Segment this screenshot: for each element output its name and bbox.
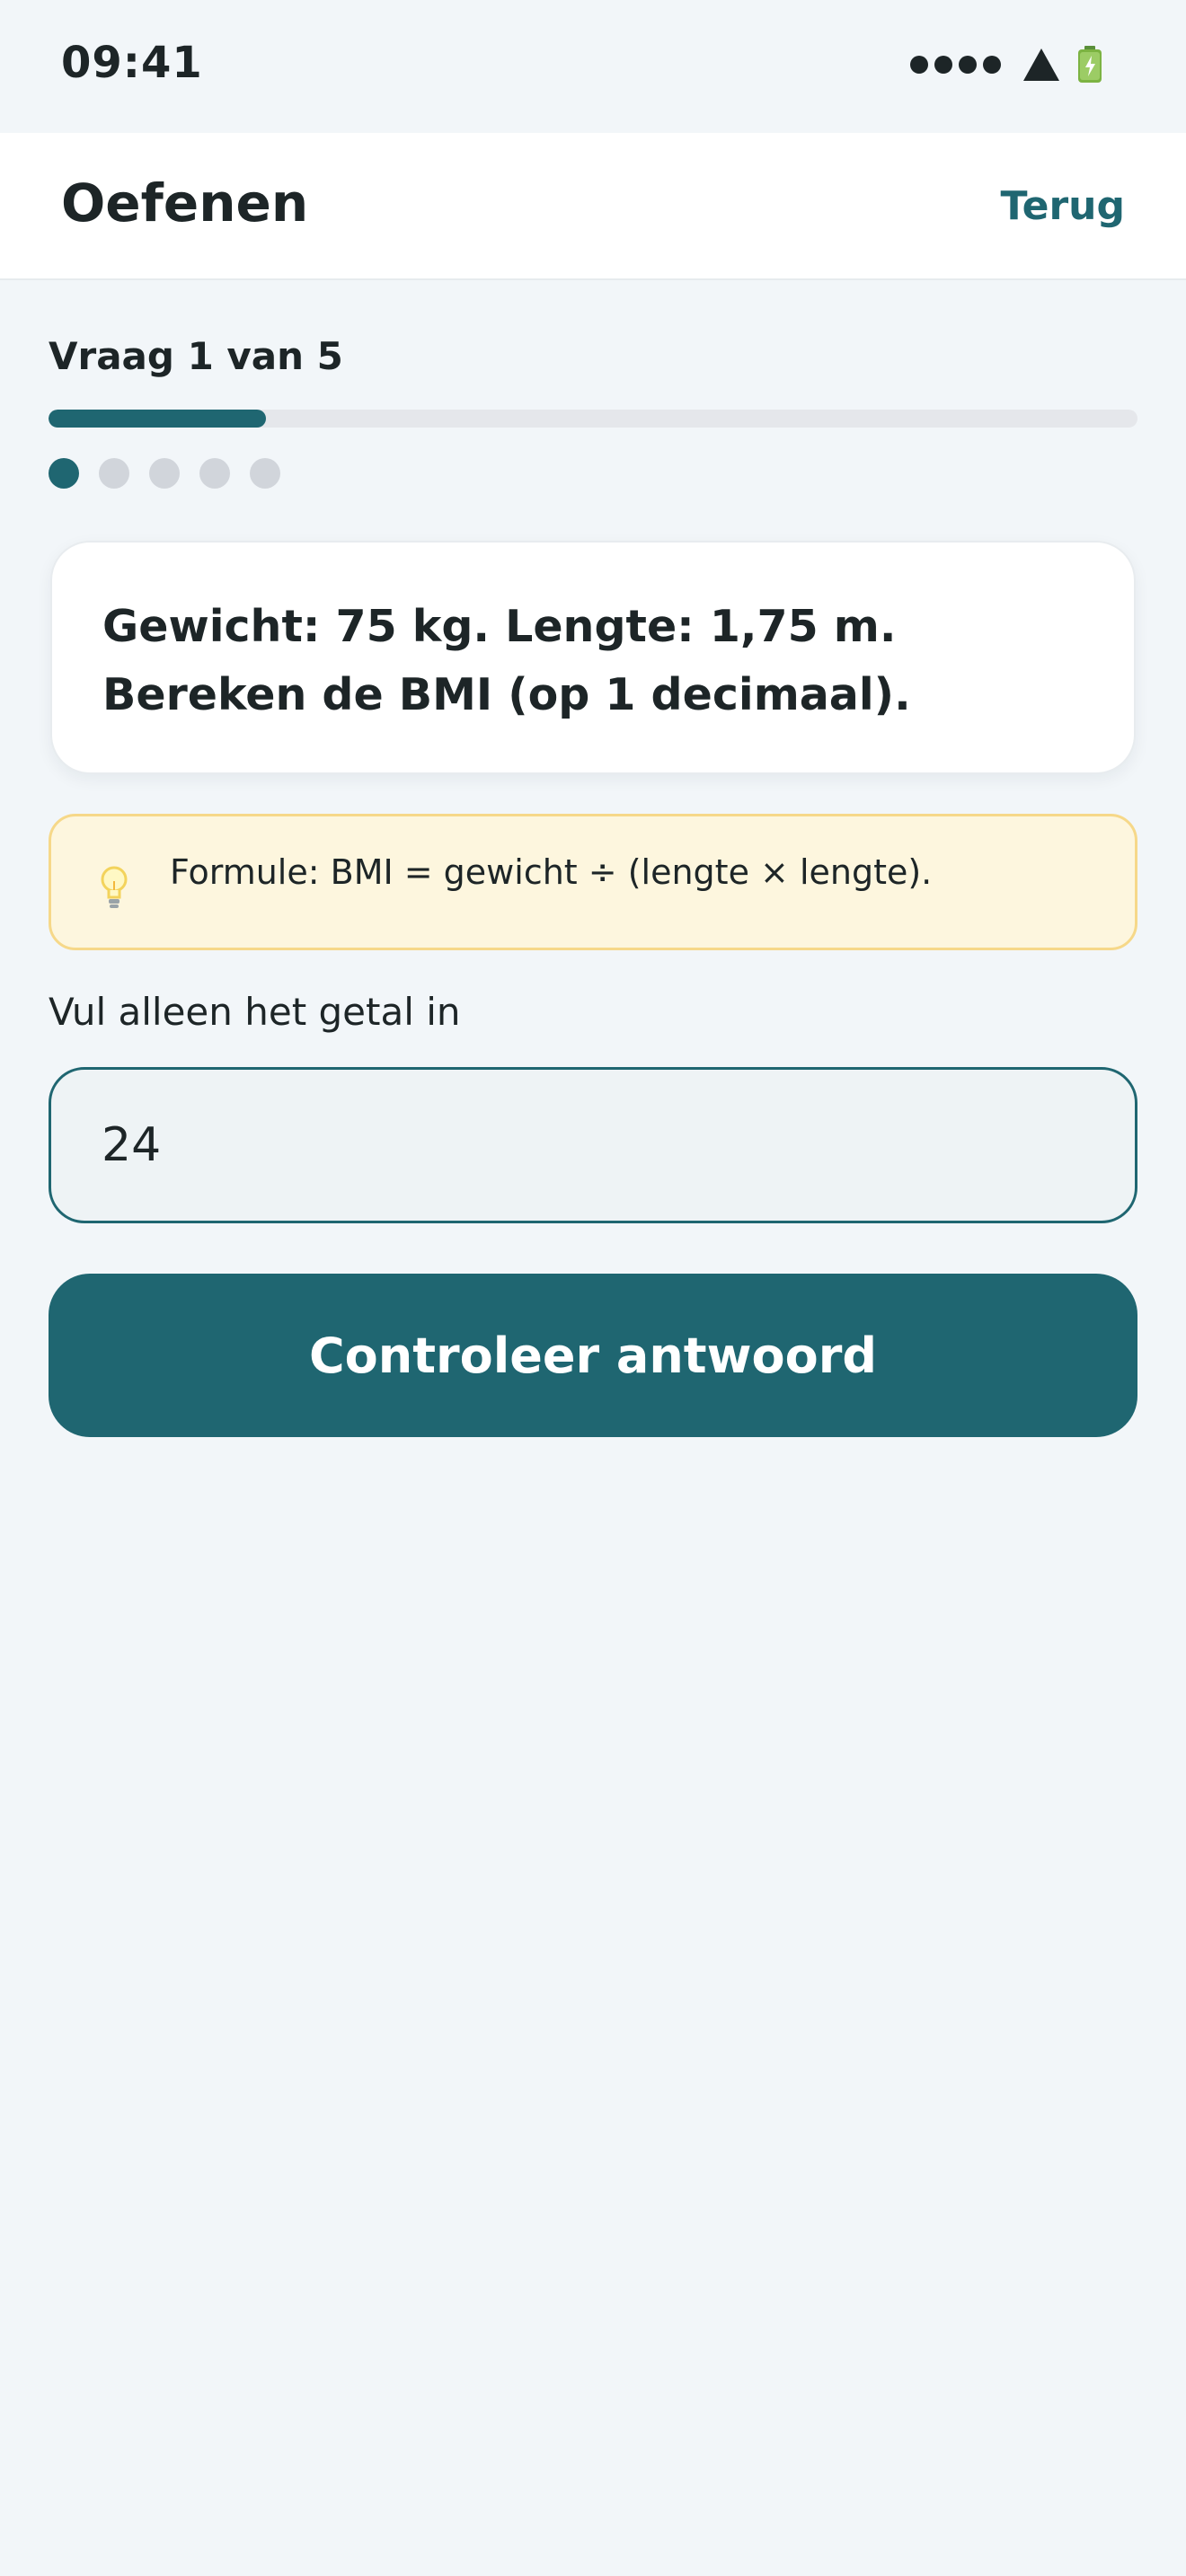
question-counter: Vraag 1 van 5 [49, 334, 343, 378]
step-dot-4 [199, 458, 230, 489]
lightbulb-icon [101, 866, 128, 908]
answer-input-label: Vul alleen het getal in [49, 990, 461, 1034]
step-dot-1 [49, 458, 79, 489]
app-header: Oefenen Terug [0, 133, 1186, 280]
hint-box: Formule: BMI = gewicht ÷ (lengte × lengt… [49, 814, 1137, 950]
cellular-signal-icon [910, 56, 1001, 74]
wifi-icon [1023, 49, 1059, 81]
hint-text: Formule: BMI = gewicht ÷ (lengte × lengt… [170, 852, 933, 892]
question-text-line-1: Gewicht: 75 kg. Lengte: 1,75 m. [102, 601, 897, 652]
check-answer-button[interactable]: Controleer antwoord [49, 1274, 1137, 1437]
progress-bar-fill [49, 410, 267, 428]
page-title: Oefenen [61, 172, 309, 234]
step-dot-2 [99, 458, 129, 489]
question-text-line-2: Bereken de BMI (op 1 decimaal). [102, 669, 911, 720]
status-bar: 09:41 [0, 0, 1186, 133]
battery-icon [1078, 46, 1102, 83]
step-indicator [49, 458, 280, 489]
question-card: Gewicht: 75 kg. Lengte: 1,75 m. Bereken … [50, 541, 1136, 774]
status-icons [910, 45, 1103, 84]
status-time: 09:41 [61, 38, 203, 88]
step-dot-3 [149, 458, 180, 489]
answer-input[interactable] [49, 1067, 1137, 1223]
progress-bar [49, 410, 1137, 428]
back-button[interactable]: Terug [1000, 183, 1125, 229]
step-dot-5 [250, 458, 280, 489]
